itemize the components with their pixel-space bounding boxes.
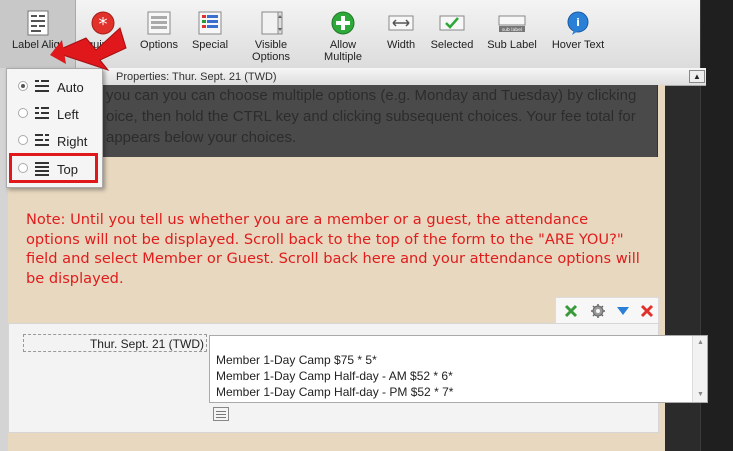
sub-label-icon-text: sub label bbox=[502, 27, 522, 33]
options-button[interactable]: Options bbox=[134, 0, 184, 68]
align-option-label: Left bbox=[57, 107, 79, 122]
label-align-button[interactable]: Label Alig bbox=[0, 0, 76, 68]
allow-multiple-button[interactable]: Allow Multiple bbox=[315, 0, 371, 68]
close-icon[interactable] bbox=[640, 304, 654, 318]
list-item[interactable]: Member 1-Day Camp Half-day - AM $52 * 6* bbox=[216, 369, 453, 383]
toolbar-label: Allow Multiple bbox=[324, 39, 362, 63]
align-option-label: Auto bbox=[57, 80, 84, 95]
align-option-label: Right bbox=[57, 134, 88, 149]
special-button[interactable]: Special bbox=[186, 0, 234, 68]
toolbar-label: Options bbox=[140, 39, 178, 51]
label-align-icon bbox=[27, 10, 48, 36]
toolbar-label: Hover Text bbox=[551, 39, 605, 51]
scroll-up-icon[interactable]: ▲ bbox=[697, 339, 704, 346]
radio-button[interactable] bbox=[18, 108, 28, 118]
field-label[interactable]: Thur. Sept. 21 (TWD) bbox=[23, 334, 207, 352]
sub-label-button[interactable]: sub label Sub Label bbox=[484, 0, 540, 68]
properties-title: Properties: Thur. Sept. 21 (TWD) bbox=[116, 71, 277, 83]
toolbar-label: quired bbox=[87, 39, 118, 51]
listbox-scrollbar[interactable]: ▲ ▼ bbox=[692, 336, 707, 402]
required-button[interactable]: * quired bbox=[75, 0, 131, 68]
radio-button[interactable] bbox=[18, 81, 28, 91]
svg-text:*: * bbox=[99, 14, 108, 35]
toolbar-label: Selected bbox=[430, 39, 474, 51]
field-tools bbox=[555, 297, 659, 324]
top-option-highlight bbox=[9, 153, 98, 183]
gear-icon[interactable] bbox=[590, 303, 606, 319]
selected-button[interactable]: Selected bbox=[428, 0, 476, 68]
toolbar-label: Sub Label bbox=[487, 39, 537, 51]
align-option-right[interactable]: Right bbox=[7, 128, 102, 154]
scroll-down-icon[interactable]: ▼ bbox=[697, 391, 704, 398]
width-icon bbox=[388, 15, 414, 31]
width-button[interactable]: Width bbox=[380, 0, 422, 68]
toolbar-label: Special bbox=[191, 39, 229, 51]
align-option-left[interactable]: Left bbox=[7, 101, 102, 127]
required-asterisk-icon: * bbox=[91, 11, 115, 35]
svg-text:i: i bbox=[576, 16, 580, 29]
align-left-icon bbox=[35, 107, 49, 120]
note-text: Note: Until you tell us whether you are … bbox=[26, 211, 640, 287]
resize-handle-icon[interactable] bbox=[213, 407, 229, 421]
options-list-icon bbox=[147, 11, 171, 35]
sub-label-icon: sub label bbox=[498, 15, 526, 33]
toolbar-label: Width bbox=[386, 39, 416, 51]
properties-header: Properties: Thur. Sept. 21 (TWD) ▲ bbox=[8, 68, 706, 86]
align-option-auto[interactable]: Auto bbox=[7, 74, 102, 100]
properties-toolbar: Label Alig * quired Options Special Visi… bbox=[0, 0, 700, 69]
list-item[interactable]: Member 1-Day Camp Half-day - PM $52 * 7* bbox=[216, 385, 453, 399]
list-item[interactable]: Member 1-Day Camp $75 * 5* bbox=[216, 353, 377, 367]
info-icon: i bbox=[567, 11, 589, 35]
options-listbox[interactable]: Member 1-Day Camp $75 * 5* Member 1-Day … bbox=[209, 335, 708, 403]
collapse-icon[interactable]: ▲ bbox=[689, 70, 705, 83]
hover-text-button[interactable]: i Hover Text bbox=[546, 0, 610, 68]
add-plus-icon bbox=[331, 11, 355, 35]
radio-button[interactable] bbox=[18, 135, 28, 145]
intro-text-block: you can you can choose multiple options … bbox=[8, 85, 658, 157]
visible-options-icon bbox=[261, 11, 283, 35]
special-list-icon bbox=[198, 11, 222, 35]
align-right-icon bbox=[35, 134, 49, 147]
visible-options-button[interactable]: Visible Options bbox=[242, 0, 300, 68]
move-icon[interactable] bbox=[564, 304, 578, 318]
toolbar-label: Label Alig bbox=[12, 39, 60, 51]
toolbar-label: Visible Options bbox=[252, 39, 290, 63]
field-label-text: Thur. Sept. 21 (TWD) bbox=[89, 337, 204, 351]
label-align-dropdown: Auto Left Right Top bbox=[6, 68, 103, 188]
intro-text: you can you can choose multiple options … bbox=[106, 87, 637, 146]
chevron-down-icon[interactable] bbox=[616, 305, 630, 317]
align-auto-icon bbox=[35, 80, 49, 93]
selected-check-icon bbox=[439, 15, 465, 31]
